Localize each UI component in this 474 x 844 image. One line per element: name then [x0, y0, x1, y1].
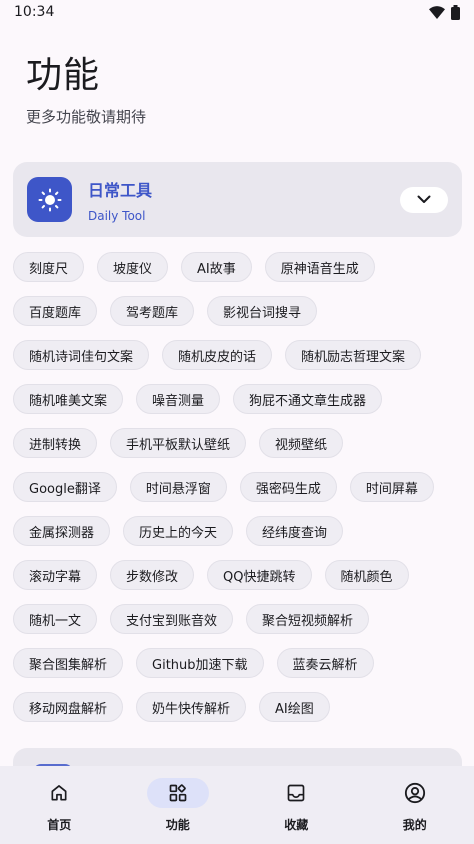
account-icon	[384, 778, 446, 808]
bottom-navigation: 首页 功能 收藏 我的	[0, 766, 474, 844]
nav-item-me[interactable]: 我的	[356, 766, 474, 844]
chip-row: 随机诗词佳句文案 随机皮皮的话 随机励志哲理文案	[13, 340, 462, 370]
tool-chip[interactable]: AI绘图	[259, 692, 330, 722]
tool-chip[interactable]: 手机平板默认壁纸	[110, 428, 247, 458]
tool-chip[interactable]: 聚合短视频解析	[246, 604, 370, 634]
tool-chip[interactable]: 随机诗词佳句文案	[13, 340, 150, 370]
category-card-daily-tool[interactable]: 日常工具 Daily Tool	[13, 162, 462, 237]
chip-row: 进制转换 手机平板默认壁纸 视频壁纸	[13, 428, 462, 458]
chip-row: 移动网盘解析 奶牛快传解析 AI绘图	[13, 692, 462, 722]
tool-chip[interactable]: 视频壁纸	[259, 428, 344, 458]
tool-chip[interactable]: AI故事	[181, 252, 252, 282]
tool-chip[interactable]: 随机励志哲理文案	[285, 340, 422, 370]
tool-chip[interactable]: 驾考题库	[110, 296, 195, 326]
collapse-button[interactable]	[400, 186, 448, 213]
chip-row: 随机唯美文案 噪音测量 狗屁不通文章生成器	[13, 384, 462, 414]
tool-chip[interactable]: 随机颜色	[324, 560, 409, 590]
tool-chip[interactable]: 原神语音生成	[264, 252, 375, 282]
tool-chip[interactable]: 随机一文	[13, 604, 98, 634]
category-icon	[27, 177, 72, 222]
tool-chip[interactable]: Github加速下载	[136, 648, 264, 678]
wifi-icon	[429, 5, 445, 19]
tool-chip[interactable]: 历史上的今天	[123, 516, 234, 546]
tool-chip[interactable]: 狗屁不通文章生成器	[233, 384, 383, 414]
chip-row: 刻度尺 坡度仪 AI故事 原神语音生成	[13, 252, 462, 282]
category-subtitle: Daily Tool	[88, 208, 146, 223]
tool-chip[interactable]: 刻度尺	[13, 252, 85, 282]
tool-chip[interactable]: 奶牛快传解析	[136, 692, 247, 722]
inbox-icon	[265, 778, 327, 808]
tool-chip[interactable]: 随机唯美文案	[13, 384, 124, 414]
battery-icon	[451, 4, 460, 20]
page-title: 功能	[26, 55, 101, 96]
tool-chip[interactable]: 支付宝到账音效	[110, 604, 234, 634]
nav-item-favorites[interactable]: 收藏	[237, 766, 356, 844]
chip-row: 聚合图集解析 Github加速下载 蓝奏云解析	[13, 648, 462, 678]
tool-chip[interactable]: 随机皮皮的话	[162, 340, 273, 370]
tool-chip[interactable]: 影视台词搜寻	[207, 296, 318, 326]
chip-row: 滚动字幕 步数修改 QQ快捷跳转 随机颜色	[13, 560, 462, 590]
nav-label: 我的	[402, 818, 427, 832]
tool-chip[interactable]: 坡度仪	[97, 252, 169, 282]
category-text: 日常工具 Daily Tool	[88, 177, 400, 223]
tool-chip[interactable]: 百度题库	[13, 296, 98, 326]
tool-chip[interactable]: 步数修改	[110, 560, 195, 590]
sun-icon	[38, 188, 61, 211]
chevron-down-icon	[417, 195, 431, 203]
nav-label: 收藏	[284, 818, 309, 832]
tool-chip[interactable]: 噪音测量	[136, 384, 221, 414]
status-icons	[429, 4, 460, 20]
nav-label: 首页	[47, 818, 72, 832]
tool-chip[interactable]: 滚动字幕	[13, 560, 98, 590]
chip-row: 金属探测器 历史上的今天 经纬度查询	[13, 516, 462, 546]
nav-label: 功能	[165, 818, 190, 832]
tool-chip[interactable]: 移动网盘解析	[13, 692, 124, 722]
status-time: 10:34	[14, 4, 55, 20]
tool-chip[interactable]: 时间屏幕	[349, 472, 434, 502]
tool-chip[interactable]: 蓝奏云解析	[276, 648, 374, 678]
tool-chip[interactable]: Google翻译	[13, 472, 117, 502]
nav-item-features[interactable]: 功能	[119, 766, 238, 844]
tool-chip[interactable]: 金属探测器	[13, 516, 111, 546]
chip-row: 随机一文 支付宝到账音效 聚合短视频解析	[13, 604, 462, 634]
chip-row: Google翻译 时间悬浮窗 强密码生成 时间屏幕	[13, 472, 462, 502]
tool-chip[interactable]: 时间悬浮窗	[129, 472, 227, 502]
tool-chip[interactable]: 进制转换	[13, 428, 98, 458]
tool-chip-list: 刻度尺 坡度仪 AI故事 原神语音生成 百度题库 驾考题库 影视台词搜寻 随机诗词佳句文案 随机…	[13, 252, 462, 736]
chip-row: 百度题库 驾考题库 影视台词搜寻	[13, 296, 462, 326]
tool-chip[interactable]: QQ快捷跳转	[207, 560, 312, 590]
tool-chip[interactable]: 聚合图集解析	[13, 648, 124, 678]
tool-chip[interactable]: 经纬度查询	[246, 516, 344, 546]
nav-item-home[interactable]: 首页	[0, 766, 119, 844]
page-subtitle: 更多功能敬请期待	[26, 108, 147, 126]
tool-chip[interactable]: 强密码生成	[239, 472, 337, 502]
status-bar: 10:34	[0, 0, 474, 24]
apps-icon	[146, 778, 209, 808]
page-header: 功能 更多功能敬请期待	[0, 24, 474, 127]
home-icon	[28, 778, 90, 808]
category-title: 日常工具	[88, 180, 153, 200]
